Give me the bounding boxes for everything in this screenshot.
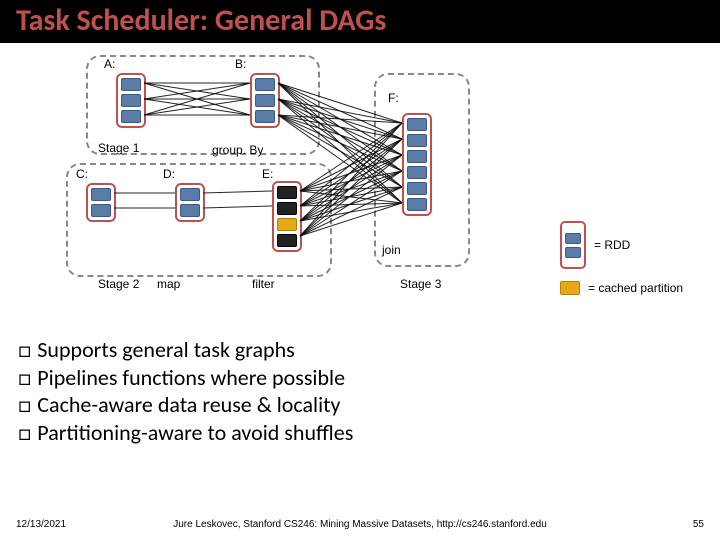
rdd-d	[175, 183, 205, 222]
stage-3-label: Stage 3	[400, 277, 441, 291]
legend-cached-text: = cached partition	[588, 281, 683, 295]
legend-rdd-text: = RDD	[594, 238, 630, 252]
rdd-d-label: D:	[163, 167, 175, 181]
bullet-list: Supports general task graphs Pipelines f…	[18, 336, 353, 446]
bullet-1: Supports general task graphs	[18, 336, 353, 364]
rdd-f	[402, 113, 432, 216]
dag-diagram: A: B: Stage 1 group. By C: D: E: Stage 2…	[0, 43, 720, 323]
bullet-2: Pipelines functions where possible	[18, 364, 353, 392]
join-label: join	[382, 243, 401, 257]
legend-cached: = cached partition	[560, 281, 683, 295]
page-title: Task Scheduler: General DAGs	[0, 0, 720, 43]
rdd-a-label: A:	[104, 57, 115, 71]
rdd-b	[250, 73, 280, 128]
rdd-c	[86, 183, 116, 222]
rdd-f-label: F:	[388, 91, 399, 105]
groupby-label: group. By	[212, 143, 263, 157]
legend-rdd: = RDD	[560, 221, 630, 269]
map-label: map	[157, 277, 180, 291]
stage-1-label: Stage 1	[98, 141, 139, 155]
stage-2-label: Stage 2	[98, 277, 139, 291]
rdd-c-label: C:	[76, 167, 88, 181]
rdd-e	[272, 181, 302, 252]
bullet-4: Partitioning-aware to avoid shuffles	[18, 419, 353, 447]
footer-page-number: 55	[693, 519, 704, 530]
rdd-b-label: B:	[235, 57, 246, 71]
filter-label: filter	[252, 277, 275, 291]
rdd-a	[116, 73, 146, 128]
bullet-3: Cache-aware data reuse & locality	[18, 391, 353, 419]
footer-attribution: Jure Leskovec, Stanford CS246: Mining Ma…	[0, 519, 720, 530]
rdd-e-label: E:	[262, 167, 273, 181]
